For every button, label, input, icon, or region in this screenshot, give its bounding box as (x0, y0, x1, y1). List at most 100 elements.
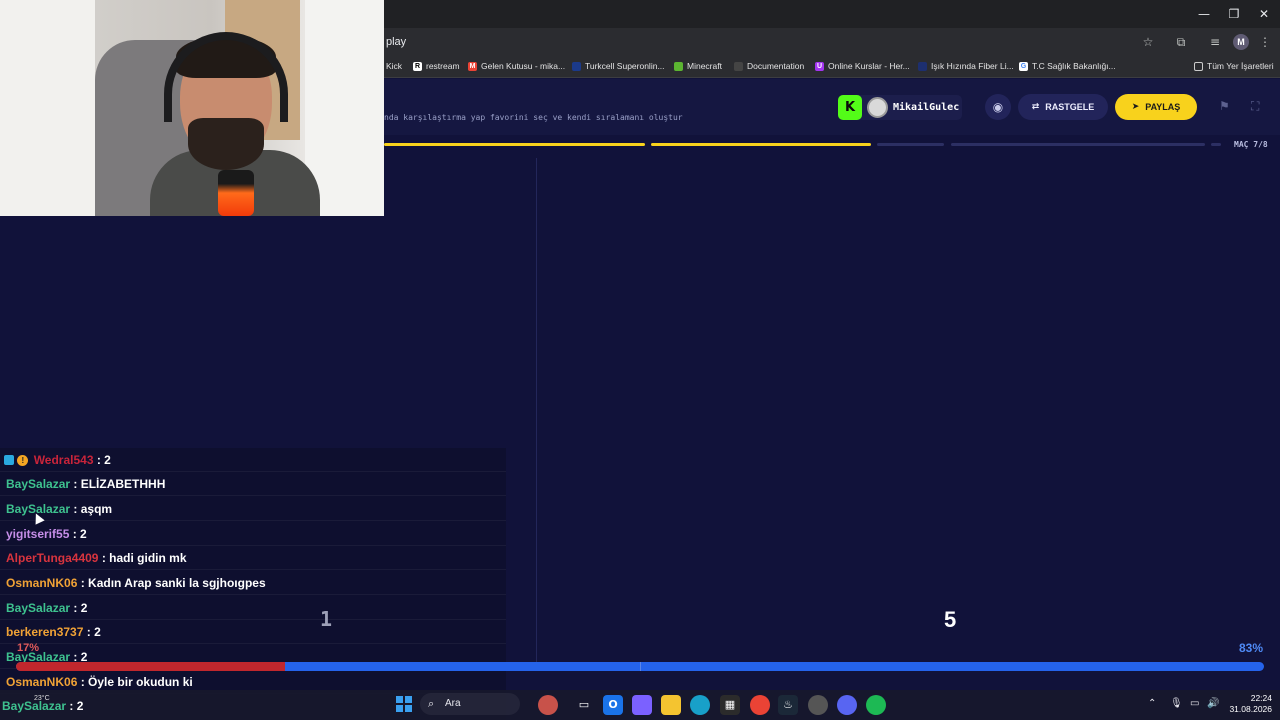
chat-message: yigitserif55 : 2 (0, 522, 506, 546)
webcam-overlay (0, 0, 384, 216)
store-icon[interactable]: ▦ (720, 695, 740, 715)
bookmark-fiber[interactable]: Işık Hızında Fiber Li... (918, 61, 1014, 71)
bookmark-online-kurslar[interactable]: U Online Kurslar - Her... (815, 61, 910, 71)
bookmark-documentation[interactable]: Documentation (734, 61, 804, 71)
bookmark-minecraft[interactable]: Minecraft (674, 61, 722, 71)
chat-message: berkeren3737 : 2 (0, 620, 506, 644)
clock-time: 22:24 (1250, 693, 1272, 703)
chat-message: ! Wedral543 : 2 (0, 448, 506, 472)
share-label: PAYLAŞ (1145, 102, 1181, 112)
vote-midline (640, 662, 641, 671)
chat-text: : 2 (86, 625, 101, 639)
chat-message: OsmanNK06 : Kadın Arap sanki la sgjhoıgp… (0, 571, 506, 595)
screen: { "browser": { "url": "play", "window_co… (0, 0, 1280, 720)
feedback-icon[interactable] (808, 695, 828, 715)
progress-step (384, 143, 645, 146)
menu-icon[interactable]: ⋮ (1257, 34, 1273, 50)
left-vote-percent: 17% (17, 642, 40, 654)
bookmark-kick[interactable]: Kick (386, 61, 402, 71)
chevron-up-icon[interactable]: ⌃ (1148, 698, 1156, 709)
bookmark-gmail[interactable]: M Gelen Kutusu - mika... (468, 61, 565, 71)
right-vote-percent: 83% (1239, 641, 1264, 655)
file-explorer-icon[interactable] (661, 695, 681, 715)
shuffle-icon: ⇄ (1031, 102, 1040, 112)
outlook-icon[interactable]: O (603, 695, 623, 715)
spotify-icon[interactable] (866, 695, 886, 715)
taskbar-clock[interactable]: 22:24 31.08.2026 (1228, 693, 1272, 715)
user-avatar (867, 97, 888, 118)
edge-icon[interactable] (690, 695, 710, 715)
minimize-button[interactable]: — (1191, 5, 1217, 23)
chat-username: Wedral543 (33, 453, 94, 467)
left-vote-fill (16, 662, 286, 671)
chat-username: OsmanNK06 (6, 576, 78, 590)
copilot-icon[interactable] (632, 695, 652, 715)
bookmark-saglik[interactable]: G T.C Sağlık Bakanlığı... (1019, 61, 1116, 71)
chat-text: : ELİZABETHHH (73, 477, 166, 491)
search-placeholder: Ara (445, 698, 461, 709)
chat-text: : 2 (96, 453, 111, 467)
taskbar-search[interactable] (420, 693, 520, 715)
star-icon[interactable]: ☆ (1140, 34, 1156, 50)
bookmark-restream[interactable]: Rrestream (413, 61, 460, 71)
chat-text: : aşqm (73, 502, 113, 516)
chat-username: OsmanNK06 (6, 675, 78, 689)
widgets-icon[interactable] (538, 695, 558, 715)
progress-step (1211, 143, 1221, 146)
documentation-icon (734, 61, 743, 71)
chat-overlay: ! Wedral543 : 2 BaySalazar : ELİZABETHHH… (0, 448, 506, 720)
chat-badges: ! (4, 449, 29, 473)
webcam-background (0, 0, 95, 216)
progress-step (951, 143, 1205, 146)
close-button[interactable]: ✕ (1251, 5, 1277, 23)
gmail-icon: M (468, 61, 477, 71)
bookmarks-bar: Kick Rrestream M Gelen Kutusu - mika... T… (384, 56, 1280, 78)
chat-username: BaySalazar (6, 601, 71, 615)
discord-icon[interactable] (837, 695, 857, 715)
eye-icon[interactable]: ◉ (985, 94, 1011, 120)
chat-username: berkeren3737 (6, 625, 84, 639)
steam-icon[interactable]: ♨ (778, 695, 798, 715)
kick-username: MikailGulec (893, 102, 960, 113)
turkcell-icon (572, 61, 581, 71)
vote-split-bar (16, 662, 1264, 671)
chat-message: AlperTunga4409 : hadi gidin mk (0, 546, 506, 570)
chat-text: : Kadın Arap sanki la sgjhoıgpes (80, 576, 266, 590)
windows-start-icon[interactable] (396, 696, 412, 712)
flag-icon[interactable]: ⚑ (1219, 99, 1230, 113)
profile-avatar[interactable]: M (1233, 34, 1249, 50)
extensions-icon[interactable]: ⧉ (1173, 34, 1189, 50)
fullscreen-icon[interactable]: ⛶ (1251, 99, 1259, 114)
progress-step (651, 143, 871, 146)
network-icon[interactable]: ▭ (1190, 698, 1199, 709)
google-icon: G (1019, 61, 1028, 71)
all-bookmarks[interactable]: Tüm Yer İşaretleri (1194, 61, 1274, 71)
fiber-icon (918, 61, 927, 71)
chat-text: : 2 (72, 527, 87, 541)
chat-message: BaySalazar : aşqm (0, 497, 506, 521)
folder-icon (1194, 61, 1203, 71)
sub-badge-icon (4, 455, 14, 466)
chat-username: yigitserif55 (6, 527, 70, 541)
task-view-icon[interactable]: ▭ (574, 695, 594, 715)
kick-logo-icon: K (838, 95, 862, 120)
send-icon: ➤ (1131, 102, 1140, 112)
chrome-icon[interactable] (750, 695, 770, 715)
streamer-beard (188, 118, 264, 170)
clock-date: 31.08.2026 (1229, 704, 1272, 714)
browser-titlebar (384, 0, 1280, 28)
chat-username: AlperTunga4409 (6, 551, 99, 565)
column-divider (536, 158, 537, 663)
share-button[interactable]: ➤ PAYLAŞ (1115, 94, 1197, 120)
page-tagline: nda karşılaştırma yap favorini seç ve ke… (384, 113, 683, 122)
right-rank-number: 5 (944, 607, 957, 632)
volume-icon[interactable]: 🔊 (1207, 698, 1219, 709)
chat-message: BaySalazar : 2 (2, 695, 302, 717)
random-button[interactable]: ⇄ RASTGELE (1018, 94, 1108, 120)
url-text[interactable]: play (386, 36, 406, 48)
maximize-button[interactable]: ❐ (1221, 5, 1247, 23)
bookmark-turkcell[interactable]: Turkcell Superonlin... (572, 61, 665, 71)
tab-search-icon[interactable]: ≡ (1207, 34, 1223, 50)
microphone (218, 170, 254, 216)
microphone-icon[interactable]: 🎙 (1170, 698, 1183, 709)
